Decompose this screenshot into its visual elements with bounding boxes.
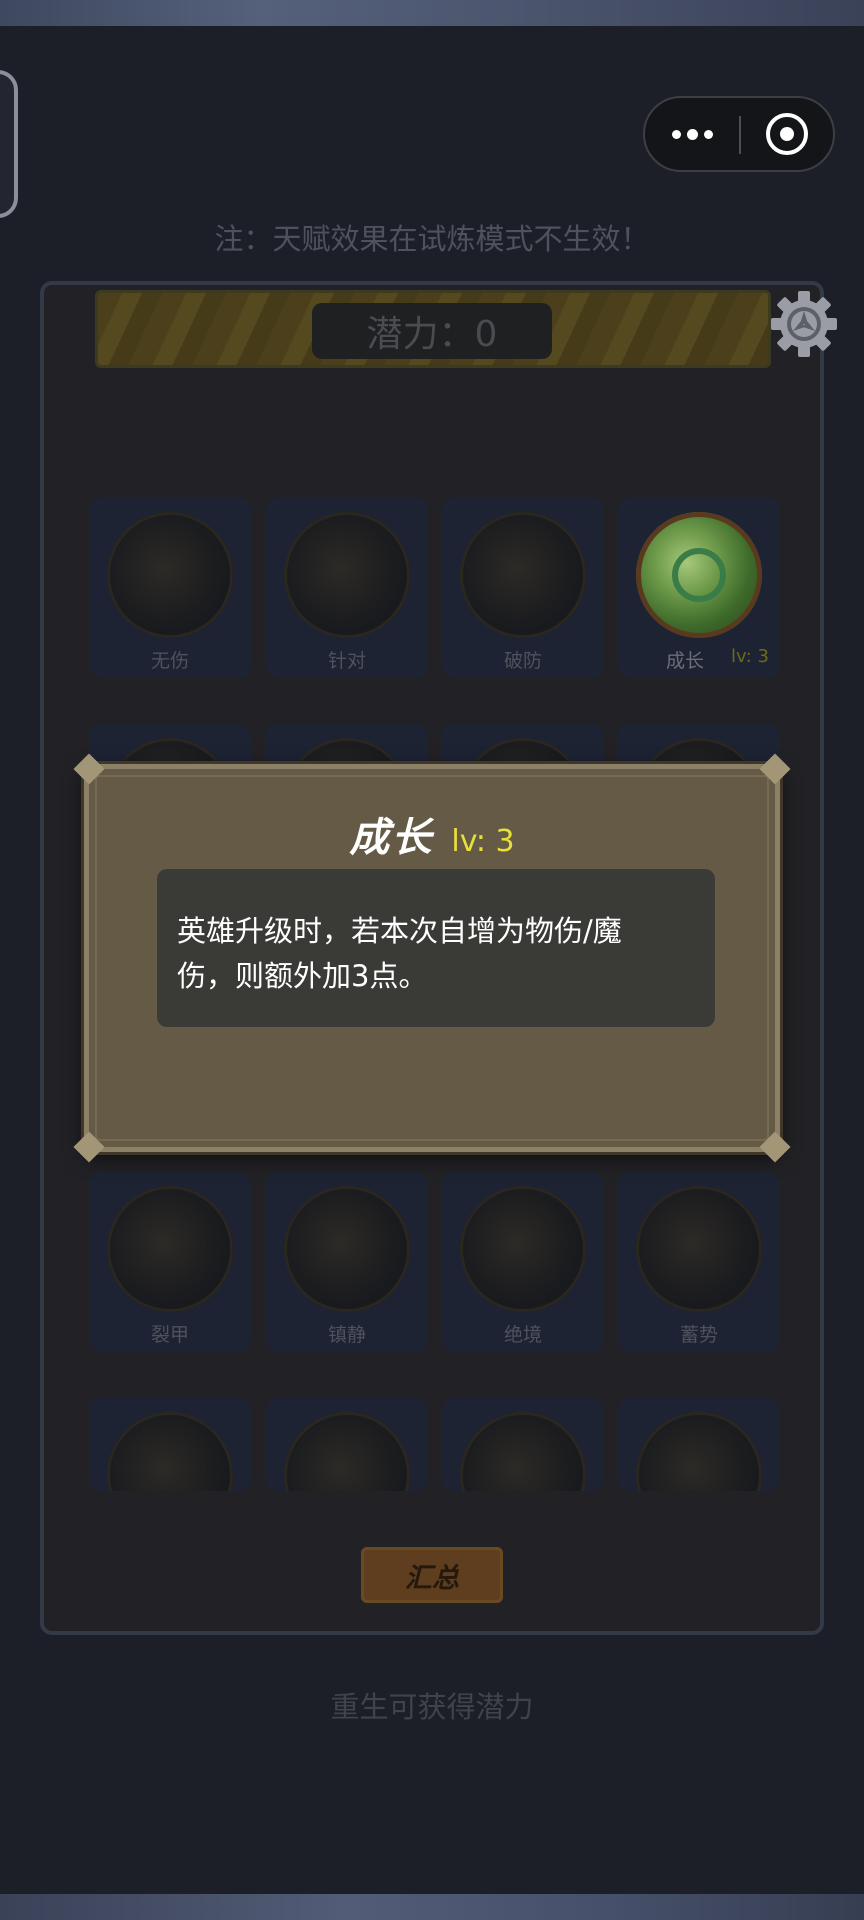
miniprogram-capsule [643, 96, 835, 172]
talent-orb-icon [284, 512, 410, 638]
talent-orb-icon [284, 1412, 410, 1491]
talent-detail-popup[interactable]: 成长 lv: 3 英雄升级时，若本次自增为物伤/魔伤，则额外加3点。 [73, 753, 791, 1163]
left-edge-frame [0, 70, 18, 218]
talent-card-partial[interactable] [442, 1398, 604, 1491]
gear-icon[interactable] [770, 290, 838, 358]
talent-card-chengzhang[interactable]: 成长 lv: 3 [618, 498, 780, 678]
talent-card-liejia[interactable]: 裂甲 [89, 1172, 251, 1352]
top-background-strip [0, 0, 864, 26]
growth-orb-icon [636, 512, 762, 638]
popup-talent-level: lv: 3 [451, 824, 515, 859]
rebirth-hint-text: 重生可获得潜力 [330, 1690, 534, 1724]
talent-card-wushang[interactable]: 无伤 [89, 498, 251, 678]
potential-counter: 潜力：0 [312, 303, 552, 359]
target-circle-icon[interactable] [766, 113, 808, 155]
talent-level: lv: 3 [731, 646, 769, 667]
bottom-background-strip [0, 1894, 864, 1920]
trial-mode-notice: 注：天赋效果在试炼模式不生效！ [214, 222, 650, 256]
talent-orb-icon [636, 1412, 762, 1491]
talent-orb-icon [107, 1186, 233, 1312]
popup-title: 成长 lv: 3 [89, 805, 775, 861]
talent-orb-icon [460, 1412, 586, 1491]
capsule-divider [739, 116, 741, 154]
talent-label: 裂甲 [150, 1324, 189, 1346]
talent-orb-icon [636, 1186, 762, 1312]
talent-label: 镇静 [327, 1324, 366, 1346]
talent-orb-icon [107, 1412, 233, 1491]
summary-button[interactable]: 汇总 [361, 1547, 503, 1603]
talent-label: 无伤 [150, 650, 189, 672]
talent-label: 破防 [503, 650, 542, 672]
talent-orb-icon [460, 1186, 586, 1312]
talent-label: 绝境 [503, 1324, 542, 1346]
popup-talent-name: 成长 [349, 815, 434, 861]
talent-card-partial[interactable] [266, 1398, 428, 1491]
popup-description-box: 英雄升级时，若本次自增为物伤/魔伤，则额外加3点。 [157, 869, 715, 1027]
talent-card-zhenjing[interactable]: 镇静 [266, 1172, 428, 1352]
talent-orb-icon [107, 512, 233, 638]
talent-card-partial[interactable] [89, 1398, 251, 1491]
talent-label: 蓄势 [679, 1324, 718, 1346]
talent-label: 针对 [327, 650, 366, 672]
more-dots-icon[interactable] [645, 98, 740, 170]
talent-orb-icon [284, 1186, 410, 1312]
talent-orb-icon [460, 512, 586, 638]
talent-card-partial[interactable] [618, 1398, 780, 1491]
talent-card-juejing[interactable]: 绝境 [442, 1172, 604, 1352]
talent-card-zhendui[interactable]: 针对 [266, 498, 428, 678]
talent-card-pofang[interactable]: 破防 [442, 498, 604, 678]
talent-card-xushi[interactable]: 蓄势 [618, 1172, 780, 1352]
popup-description: 英雄升级时，若本次自增为物伤/魔伤，则额外加3点。 [177, 914, 622, 993]
